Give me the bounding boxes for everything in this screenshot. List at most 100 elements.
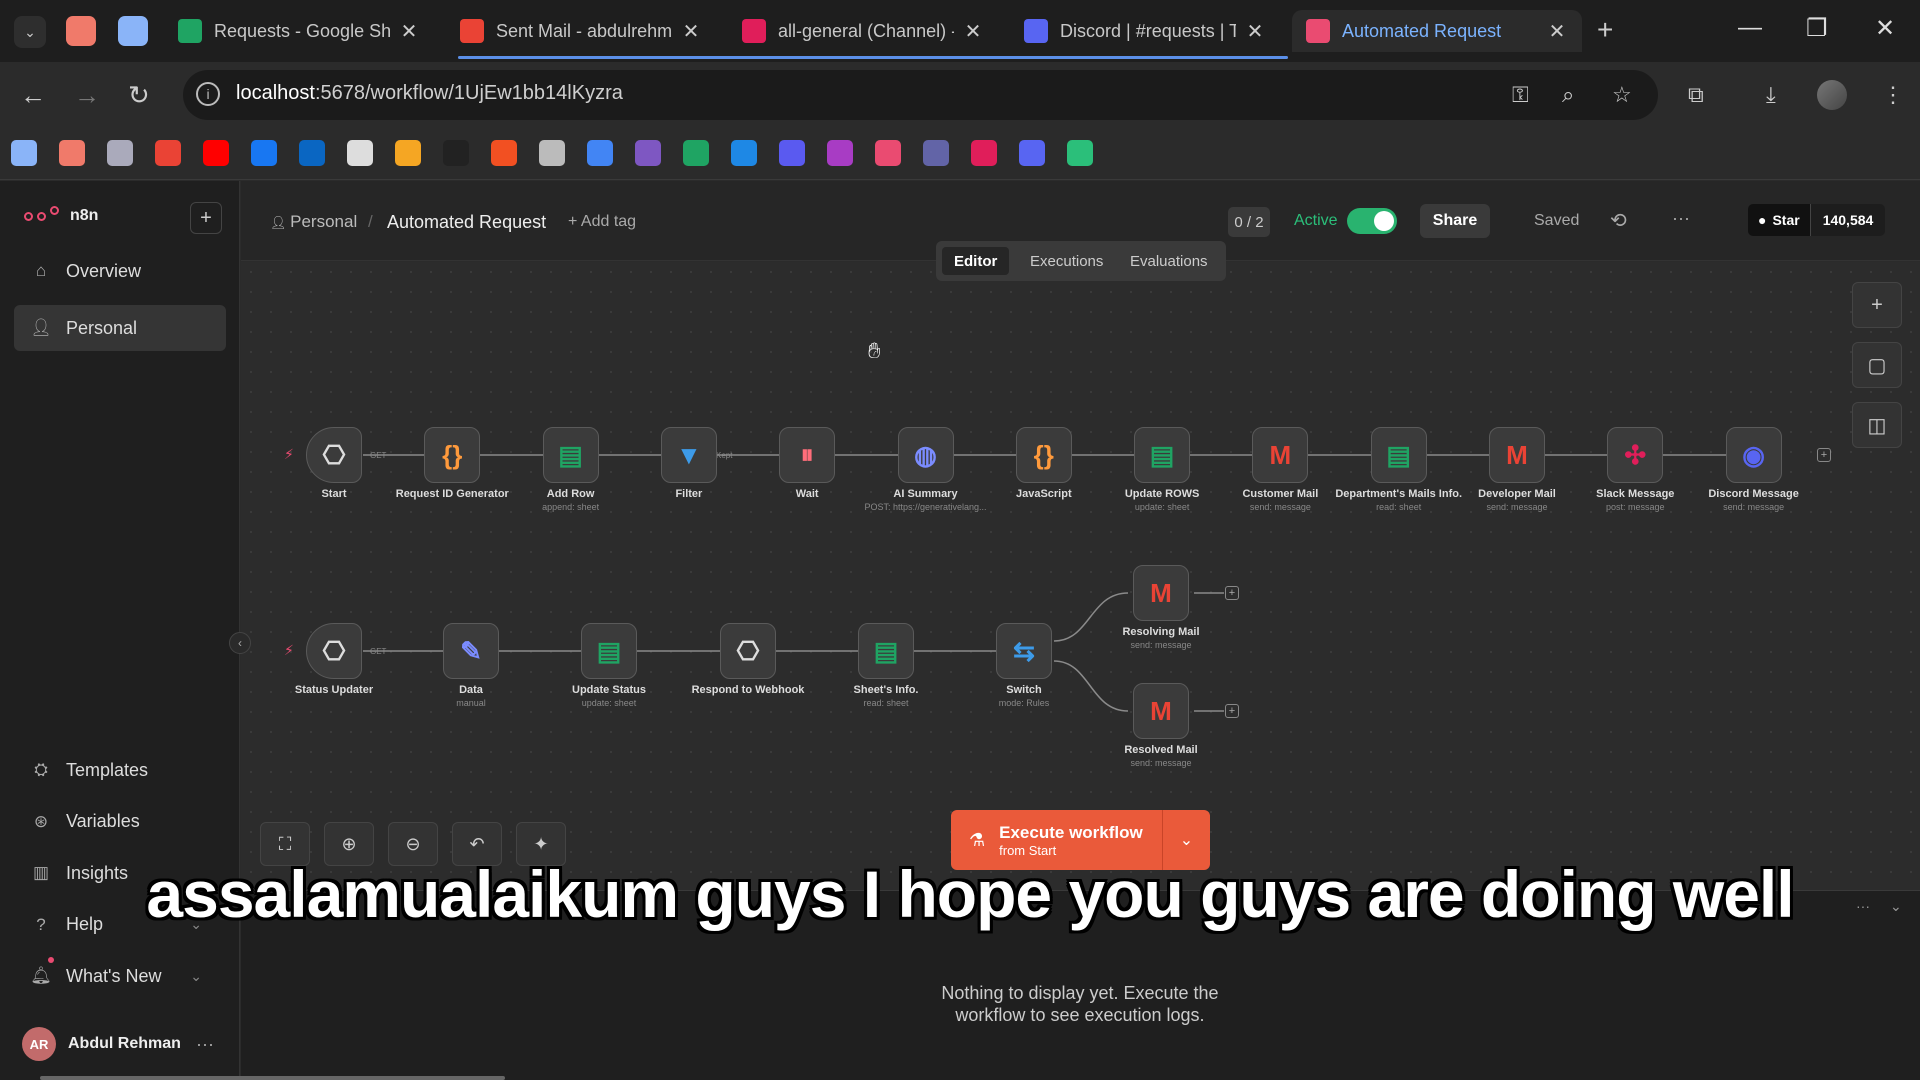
add-node-button[interactable]: + [1852,282,1902,328]
extensions-icon[interactable]: ⧉ [1688,82,1704,108]
workflow-node[interactable]: {} [1015,427,1072,483]
add-node-icon[interactable]: + [1225,586,1239,600]
url-text[interactable]: localhost:5678/workflow/1UjEw1bb14lKyzra [236,82,623,105]
workflow-node[interactable]: ▤ [858,623,914,679]
site-info-icon[interactable]: i [196,82,220,106]
browser-tab[interactable]: all-general (Channel) - ✕ [728,10,998,52]
sidebar-item-personal[interactable]: 👤︎ Personal [14,305,226,351]
workflow-node[interactable]: ⇆ [996,623,1052,679]
workflow-node[interactable]: ⎔ [720,623,776,679]
workflow-node[interactable]: {} [424,427,481,483]
back-icon[interactable]: ← [20,80,46,111]
create-button[interactable]: + [190,202,222,234]
workflow-node[interactable]: ⎔ [306,427,362,483]
teams-icon[interactable] [923,140,949,166]
bookmark-icon[interactable] [59,140,85,166]
openai-icon[interactable] [539,140,565,166]
sidebar-item-variables[interactable]: ⊛ Variables [14,799,226,845]
horizontal-scrollbar[interactable] [40,1076,505,1080]
bookmark-icon[interactable] [779,140,805,166]
tab-editor[interactable]: Editor [942,247,1010,275]
workflow-node[interactable]: M [1489,427,1545,483]
workflow-name[interactable]: Automated Request [387,212,546,233]
more-options-icon[interactable]: ··· [1672,208,1690,229]
slack-icon[interactable] [971,140,997,166]
password-key-icon[interactable]: ⚿ [1512,82,1529,108]
reload-icon[interactable]: ↻ [128,80,150,111]
bookmark-icon[interactable] [731,140,757,166]
sheets-icon[interactable] [683,140,709,166]
add-tag-button[interactable]: + Add tag [568,213,636,231]
browser-tab[interactable]: Discord | #requests | T ✕ [1010,10,1280,52]
workflow-node[interactable]: ◍ [897,427,954,483]
workflow-node[interactable]: ⎔ [306,623,362,679]
gmail-icon[interactable] [155,140,181,166]
bookmark-icon[interactable] [443,140,469,166]
active-toggle[interactable] [1347,208,1397,234]
close-icon[interactable]: ✕ [398,19,420,44]
add-node-icon[interactable]: + [1225,704,1239,718]
pinned-tab-icon[interactable] [66,16,96,46]
apps-grid-icon[interactable] [107,140,133,166]
profile-avatar[interactable] [1817,80,1847,110]
forward-icon[interactable]: → [74,80,100,111]
linkedin-icon[interactable] [299,140,325,166]
browser-menu-icon[interactable]: ⋮ [1882,82,1904,108]
sidebar-item-overview[interactable]: ⌂ Overview [14,248,226,294]
panel-toggle-icon[interactable]: ◫ [1852,402,1902,448]
history-icon[interactable]: ⟲ [1610,208,1627,233]
add-node-icon[interactable]: + [1817,448,1831,462]
pinned-tab-icon[interactable] [118,16,148,46]
microsoft-icon[interactable] [491,140,517,166]
workflow-node[interactable]: ▼ [660,427,717,483]
github-star-button[interactable]: ● Star 140,584 [1748,204,1886,236]
bookmark-icon[interactable] [827,140,853,166]
user-profile[interactable]: AR Abdul Rehman [22,1027,181,1061]
restore-icon[interactable]: ❐ [1806,14,1828,43]
zoom-icon[interactable]: ⌕ [1562,82,1574,108]
bookmark-star-icon[interactable]: ☆ [1612,82,1632,108]
workflow-canvas[interactable] [241,262,1920,890]
workflow-node[interactable]: ⏸ [779,427,836,483]
workflow-node[interactable]: ✣ [1607,427,1664,483]
n8n-logo[interactable]: n8n [24,206,98,226]
close-icon[interactable]: ✕ [680,19,702,44]
workflow-node[interactable]: ▤ [581,623,637,679]
facebook-icon[interactable] [251,140,277,166]
breadcrumb-project[interactable]: 👤︎ Personal [270,212,357,232]
sidebar-item-templates[interactable]: ⛭ Templates [14,747,226,793]
new-tab-icon[interactable]: + [1597,14,1613,46]
logs-collapse-icon[interactable]: ⌄ [1890,898,1902,915]
docs-icon[interactable] [587,140,613,166]
close-icon[interactable]: ✕ [1244,19,1266,44]
sidebar-collapse-icon[interactable]: ‹ [229,632,251,654]
sidebar-item-what-s-new[interactable]: 🔔︎ What's New ⌄ [14,953,226,999]
sticky-note-icon[interactable]: ▢ [1852,342,1902,388]
tab-evaluations[interactable]: Evaluations [1118,247,1220,275]
close-window-icon[interactable]: ✕ [1875,14,1895,43]
production-checklist-counter[interactable]: 0 / 2 [1228,207,1270,237]
close-icon[interactable]: ✕ [1546,19,1568,44]
bookmark-icon[interactable] [347,140,373,166]
tab-executions[interactable]: Executions [1018,247,1115,275]
workflow-node[interactable]: ▤ [1134,427,1191,483]
user-more-icon[interactable]: ··· [196,1034,214,1055]
forms-icon[interactable] [635,140,661,166]
download-icon[interactable]: ⤓ [1766,82,1776,108]
logs-more-icon[interactable]: ··· [1856,898,1870,914]
workflow-node[interactable]: M [1252,427,1309,483]
workflow-node[interactable]: M [1133,565,1189,621]
workflow-node[interactable]: M [1133,683,1189,739]
youtube-icon[interactable] [203,140,229,166]
workflow-node[interactable]: ✎ [443,623,499,679]
close-icon[interactable]: ✕ [962,19,984,44]
browser-tab[interactable]: Requests - Google She ✕ [164,10,434,52]
workflow-node[interactable]: ◉ [1725,427,1782,483]
discord-icon[interactable] [1019,140,1045,166]
bolt-icon[interactable] [1067,140,1093,166]
workflow-node[interactable]: ▤ [1370,427,1427,483]
n8n-icon[interactable] [875,140,901,166]
browser-tab[interactable]: Sent Mail - abdulrehm ✕ [446,10,716,52]
tab-search-icon[interactable]: ⌄ [14,16,46,48]
browser-tab[interactable]: Automated Request ✕ [1292,10,1582,52]
